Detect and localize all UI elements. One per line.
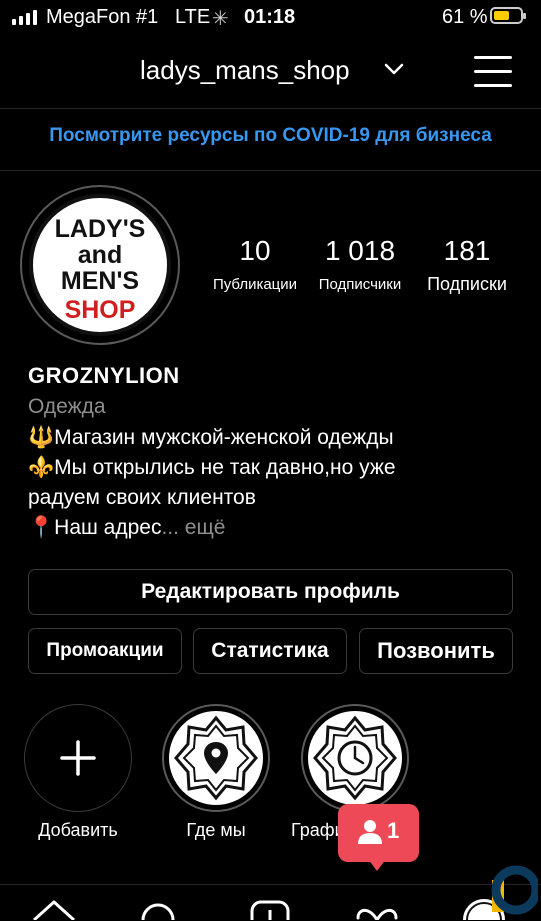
avatar-text-line: and [77,241,123,269]
stat-label: Публикации [212,276,298,293]
covid-resources-banner[interactable]: Посмотрите ресурсы по COVID-19 для бизне… [0,125,541,147]
profile-username[interactable]: ladys_mans_shop [140,55,350,86]
highlight-label: Где мы [186,820,246,840]
banner-divider [0,170,541,171]
clock: 01:18 [244,6,296,28]
activity-spinner-icon: ✳ [212,8,229,30]
bio-address: 📍Наш адрес [28,516,162,539]
clock-icon [308,711,402,805]
profile-category: Одежда [28,395,106,418]
battery-percent: 61 % [442,6,488,28]
call-button[interactable]: Позвонить [359,628,513,674]
highlight-label: Добавить [38,820,118,840]
stat-value: 181 [443,235,491,266]
watermark-logo-icon [491,865,538,915]
hamburger-menu-icon[interactable] [474,54,512,88]
bio-line: ⚜️Мы открылись не так давно,но уже [28,456,396,479]
avatar-text-line: MEN'S [60,267,140,295]
bio-line: радуем своих клиентов [28,486,256,509]
promotions-button[interactable]: Промоакции [28,628,182,674]
carrier-name: MegaFon #1 [46,6,159,28]
battery-icon [490,7,526,24]
new-post-icon[interactable] [250,900,290,920]
location-pin-icon [169,711,263,805]
avatar[interactable]: LADY'S and MEN'S SHOP [29,194,171,336]
heart-icon[interactable] [356,902,398,920]
person-icon [358,820,382,844]
notification-count: 1 [387,818,400,843]
stat-label: Подписки [427,274,507,294]
chevron-down-icon[interactable] [384,62,404,76]
profile-name: GROZNYLION [28,363,180,388]
status-bar: MegaFon #1 LTE ✳ 01:18 61 % [0,0,541,36]
avatar-text-line: LADY'S [54,215,146,243]
stat-value: 1 018 [324,235,396,266]
home-icon[interactable] [32,898,76,920]
search-icon[interactable] [140,900,178,920]
bio-more-link[interactable]: ... ещё [161,516,225,539]
bio-line: 🔱Магазин мужской-женской одежды [28,426,394,449]
stat-label: Подписчики [318,276,402,293]
bio-line: 📍Наш адрес... ещё [28,516,225,540]
avatar-text-line: SHOP [64,296,136,324]
stat-value: 10 [239,235,271,266]
network-type: LTE [175,6,211,28]
edit-profile-button[interactable]: Редактировать профиль [28,569,513,615]
plus-icon [60,740,96,776]
header-divider [0,108,541,109]
insights-button[interactable]: Статистика [193,628,347,674]
signal-strength-icon [12,9,37,25]
